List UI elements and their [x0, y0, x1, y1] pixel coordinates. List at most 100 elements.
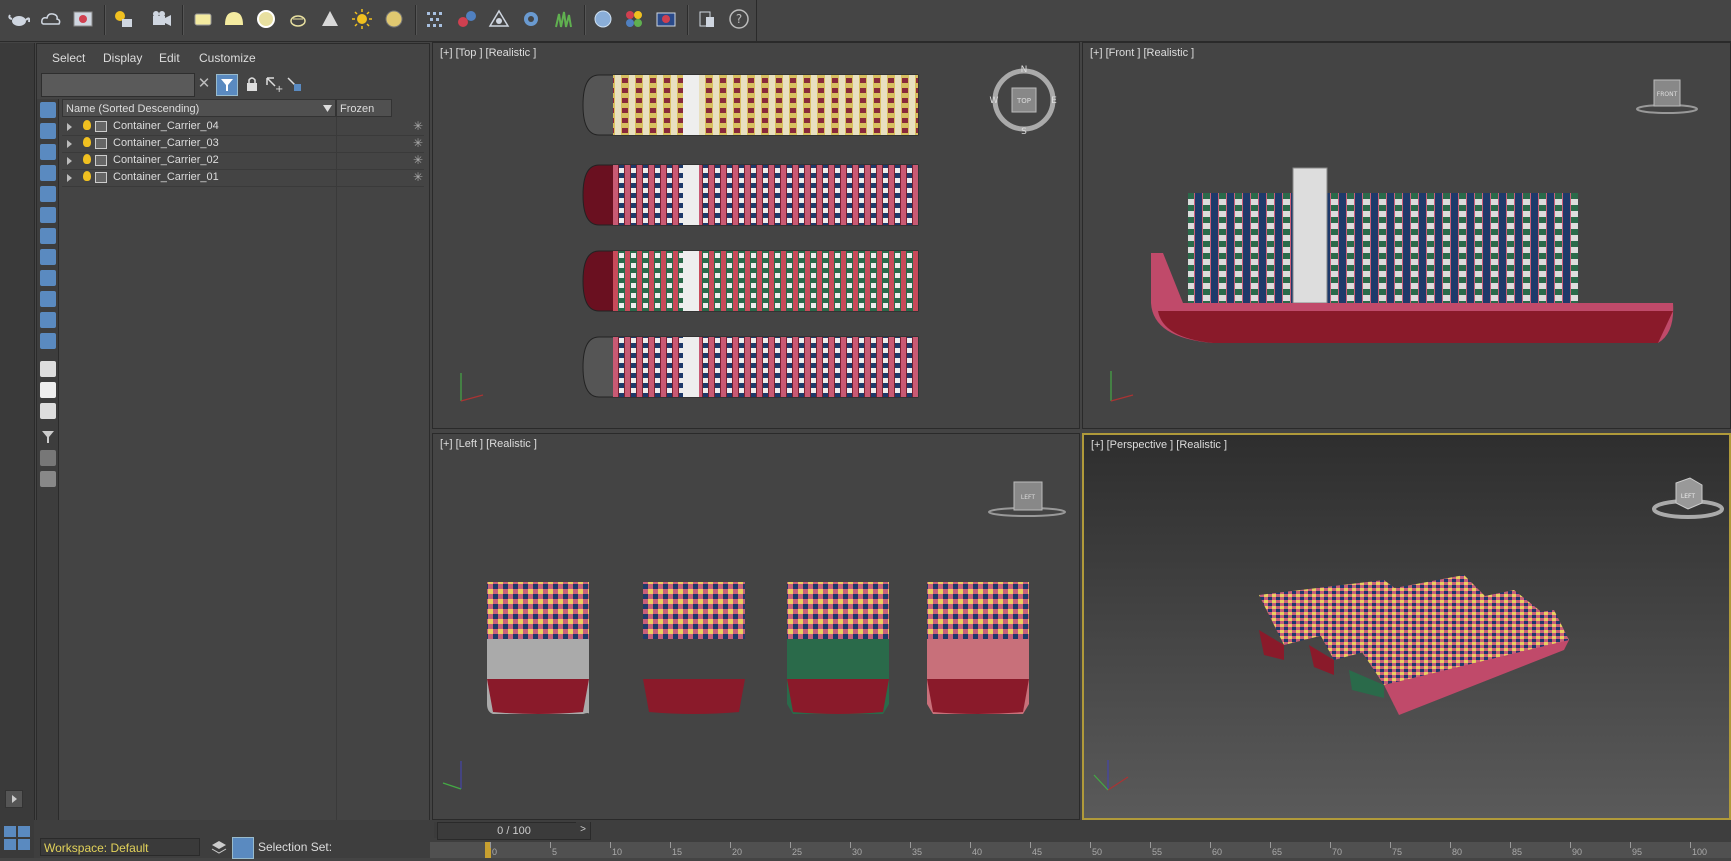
- table-row[interactable]: Container_Carrier_03 ✳: [62, 135, 424, 153]
- render-icon[interactable]: [653, 6, 679, 32]
- disc-icon[interactable]: [381, 6, 407, 32]
- dome-icon[interactable]: [221, 6, 247, 32]
- menu-select[interactable]: Select: [52, 51, 85, 65]
- rigging-icon[interactable]: [486, 6, 512, 32]
- axis-tripod: [1093, 760, 1129, 791]
- named-selection-icon[interactable]: [232, 837, 254, 859]
- grass-icon[interactable]: [550, 6, 576, 32]
- expand-arrow-icon[interactable]: [67, 157, 72, 165]
- viewport-perspective[interactable]: [+] [Perspective ] [Realistic ] LEFT: [1082, 433, 1731, 820]
- light-bulb-icon[interactable]: [83, 137, 91, 147]
- expand-arrow-icon[interactable]: [67, 123, 72, 131]
- viewcube-front[interactable]: FRONT: [1635, 75, 1699, 122]
- filter-funnel-icon[interactable]: [40, 429, 56, 445]
- display-groups-icon[interactable]: [40, 249, 56, 265]
- explorer-menubar: Select Display Edit Customize: [37, 44, 429, 70]
- plane-icon[interactable]: [190, 6, 216, 32]
- layer-manager-icon[interactable]: [40, 471, 56, 487]
- lock-icon[interactable]: [242, 74, 262, 94]
- timeline-tick-label: 50: [1092, 847, 1103, 857]
- teapot-icon[interactable]: [6, 6, 32, 32]
- layer-stack-icon[interactable]: [210, 838, 228, 856]
- display-bones-icon[interactable]: [40, 291, 56, 307]
- gear-icon[interactable]: [518, 6, 544, 32]
- next-frame-button[interactable]: >: [576, 822, 590, 838]
- left-command-strip: [0, 43, 35, 820]
- cone-icon[interactable]: [317, 6, 343, 32]
- expand-panel-button[interactable]: [5, 790, 23, 808]
- workspace-dropdown[interactable]: Workspace: Default: [40, 838, 200, 856]
- display-frozen-icon[interactable]: [40, 333, 56, 349]
- expand-arrow-icon[interactable]: [67, 140, 72, 148]
- particle-icon[interactable]: [422, 6, 448, 32]
- compass-west-label: W: [990, 96, 999, 106]
- menu-customize[interactable]: Customize: [199, 51, 256, 65]
- select-none-icon[interactable]: [40, 382, 56, 398]
- object-name[interactable]: Container_Carrier_03: [113, 135, 219, 152]
- display-geometry-icon[interactable]: [40, 123, 56, 139]
- teapot-small-icon[interactable]: [285, 6, 311, 32]
- cloud-icon[interactable]: [38, 6, 64, 32]
- expand-arrow-icon[interactable]: [67, 174, 72, 182]
- frozen-toggle[interactable]: ✳: [413, 169, 423, 186]
- display-cameras-icon[interactable]: [40, 186, 56, 202]
- timeline-tick: [1390, 842, 1391, 848]
- frozen-toggle[interactable]: ✳: [413, 135, 423, 152]
- menu-edit[interactable]: Edit: [159, 51, 180, 65]
- menu-display[interactable]: Display: [103, 51, 142, 65]
- table-row[interactable]: Container_Carrier_01 ✳: [62, 169, 424, 187]
- display-shapes-icon[interactable]: [40, 144, 56, 160]
- hierarchy-select-icon[interactable]: [284, 74, 304, 94]
- render-frame-icon[interactable]: [70, 6, 96, 32]
- select-invert-icon[interactable]: [40, 403, 56, 419]
- object-name[interactable]: Container_Carrier_02: [113, 152, 219, 169]
- display-lights-icon[interactable]: [40, 165, 56, 181]
- timeline-tick: [1570, 842, 1571, 848]
- viewport-front[interactable]: [+] [Front ] [Realistic ] FRONT: [1082, 42, 1731, 429]
- viewcube-left[interactable]: LEFT: [985, 474, 1069, 527]
- column-header-name[interactable]: Name (Sorted Descending): [62, 99, 336, 117]
- frozen-toggle[interactable]: ✳: [413, 118, 423, 135]
- object-name[interactable]: Container_Carrier_04: [113, 118, 219, 135]
- light-bulb-icon[interactable]: [83, 120, 91, 130]
- display-helpers-icon[interactable]: [40, 207, 56, 223]
- time-slider[interactable]: 0 / 100: [437, 822, 591, 840]
- viewcube-perspective[interactable]: LEFT: [1650, 473, 1726, 526]
- light-bulb-icon[interactable]: [83, 154, 91, 164]
- molecule-icon[interactable]: [454, 6, 480, 32]
- table-row[interactable]: Container_Carrier_02 ✳: [62, 152, 424, 170]
- filter-settings-icon[interactable]: [40, 450, 56, 466]
- timeline-tick-label: 45: [1032, 847, 1043, 857]
- frozen-toggle[interactable]: ✳: [413, 152, 423, 169]
- light-bulb-icon[interactable]: [83, 171, 91, 181]
- layers-icon[interactable]: [694, 6, 720, 32]
- light-list-icon[interactable]: [110, 6, 136, 32]
- object-name[interactable]: Container_Carrier_01: [113, 169, 219, 186]
- viewport-left[interactable]: [+] [Left ] [Realistic ] LEFT: [432, 433, 1080, 820]
- help-icon[interactable]: ?: [726, 6, 752, 32]
- viewport-layout-icon[interactable]: [0, 820, 34, 858]
- timeline-track[interactable]: 0 5 10 15 20 25 30 35 40 45 50 55 60 65 70 75 80 85 90 95 10…: [430, 842, 1731, 858]
- select-all-icon[interactable]: [40, 361, 56, 377]
- display-spacewarps-icon[interactable]: [40, 228, 56, 244]
- sun-icon[interactable]: [349, 6, 375, 32]
- filter-icon[interactable]: [216, 74, 238, 96]
- column-header-frozen[interactable]: Frozen: [336, 99, 392, 117]
- clear-search-button[interactable]: ✕: [194, 74, 214, 94]
- table-row[interactable]: Container_Carrier_04 ✳: [62, 118, 424, 136]
- camera-icon[interactable]: [148, 6, 174, 32]
- material-icon[interactable]: [621, 6, 647, 32]
- timeline-tick-label: 20: [732, 847, 743, 857]
- search-input[interactable]: [41, 73, 195, 97]
- display-none-icon[interactable]: [40, 102, 56, 118]
- display-containers-icon[interactable]: [40, 312, 56, 328]
- timeline-tick-label: 70: [1332, 847, 1343, 857]
- display-xrefs-icon[interactable]: [40, 270, 56, 286]
- globe-icon[interactable]: [590, 6, 616, 32]
- sphere-outline-icon[interactable]: [253, 6, 279, 32]
- viewport-top[interactable]: [+] [Top ] [Realistic ] TOP N E S W: [432, 42, 1080, 429]
- axis-tripod: [460, 373, 484, 402]
- add-selection-icon[interactable]: +: [263, 74, 283, 95]
- viewcube-compass[interactable]: TOP N E S W: [989, 65, 1059, 138]
- timeline-tick: [1450, 842, 1451, 848]
